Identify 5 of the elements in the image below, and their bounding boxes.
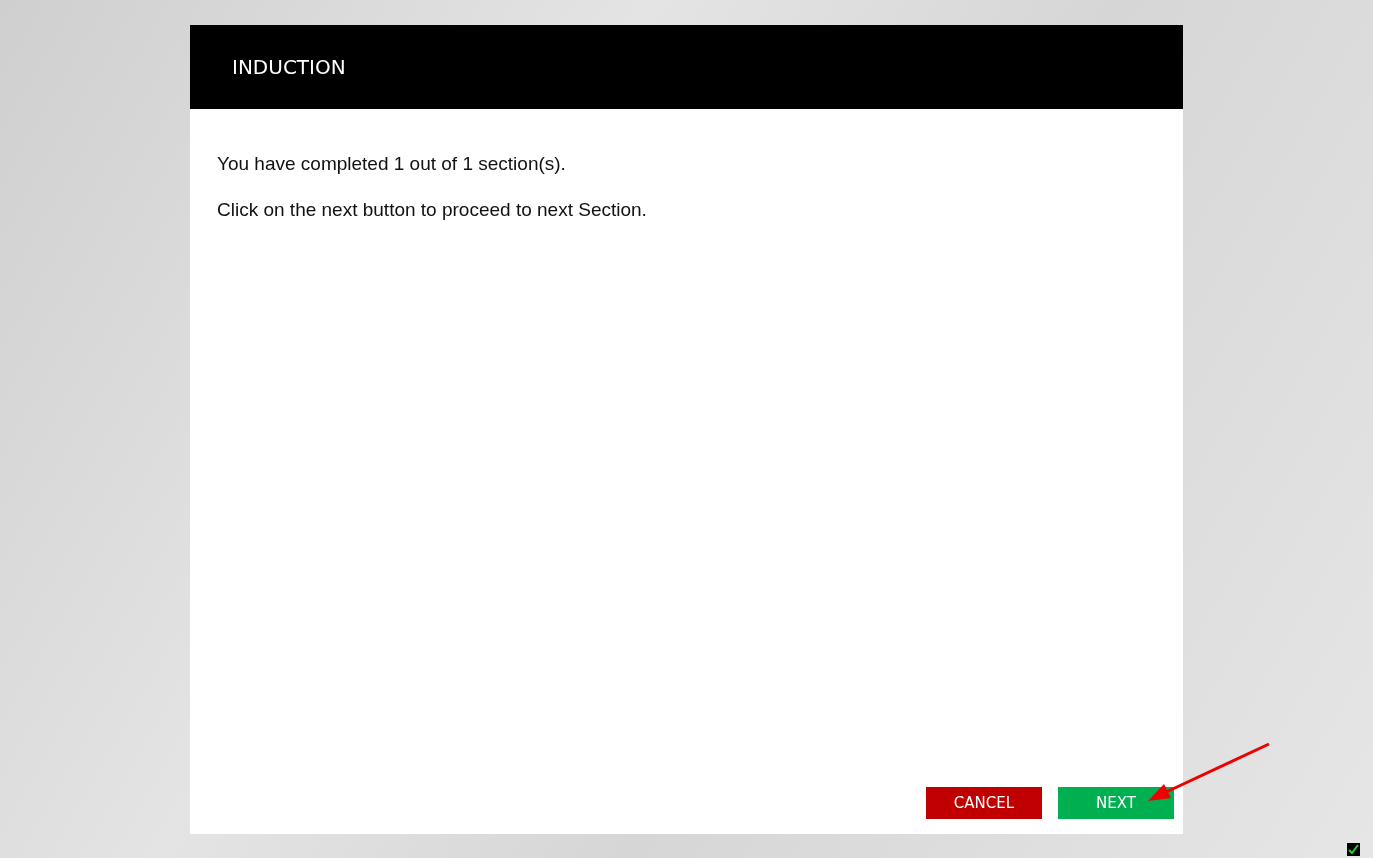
cancel-button[interactable]: CANCEL (926, 787, 1042, 819)
check-icon (1347, 843, 1360, 856)
dialog-title: INDUCTION (232, 55, 346, 79)
message-text: You have completed 1 out of 1 section(s). (217, 153, 567, 175)
message-text: Click on the next button to proceed to next Section. (217, 199, 648, 221)
